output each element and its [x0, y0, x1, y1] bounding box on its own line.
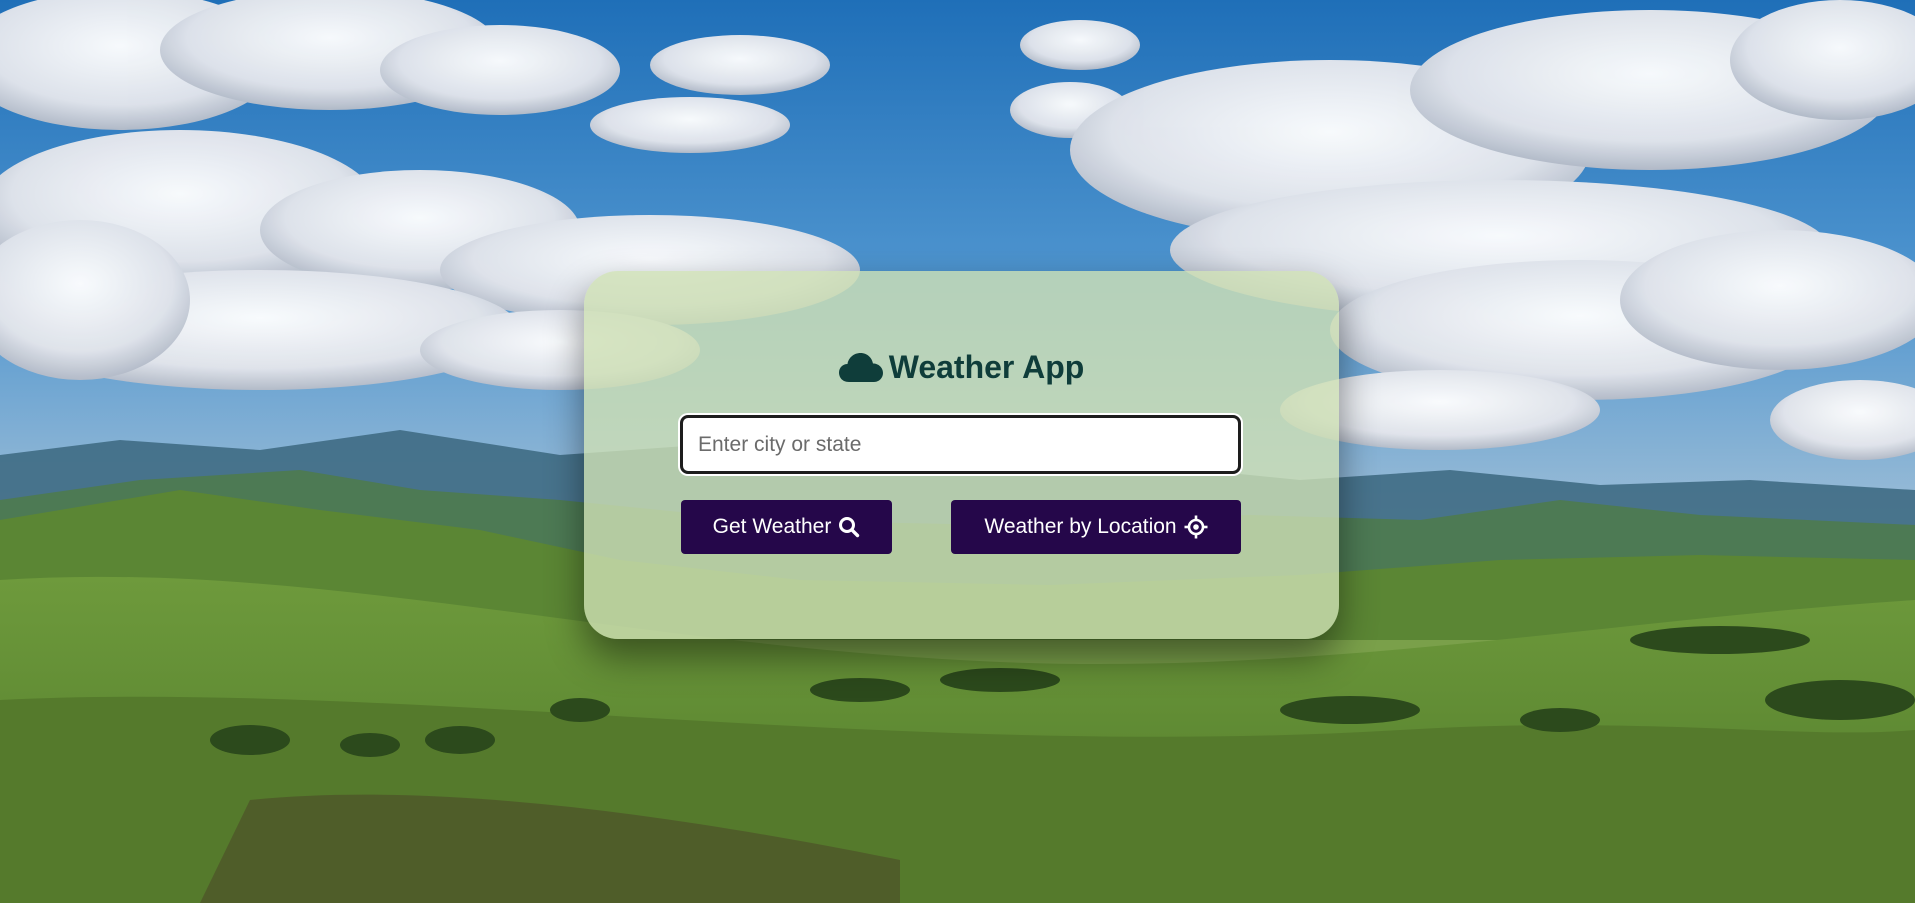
weather-card: Weather App Get Weather Weather by Locat… — [584, 271, 1339, 639]
city-search-input[interactable] — [680, 415, 1241, 474]
background-scene: Weather App Get Weather Weather by Locat… — [0, 0, 1915, 903]
weather-by-location-button[interactable]: Weather by Location — [951, 500, 1241, 554]
crosshair-icon — [1184, 515, 1208, 539]
weather-by-location-label: Weather by Location — [984, 515, 1177, 538]
app-title-text: Weather App — [888, 349, 1085, 385]
get-weather-label: Get Weather — [712, 515, 832, 538]
app-title: Weather App — [584, 347, 1339, 387]
get-weather-button[interactable]: Get Weather — [681, 500, 892, 554]
search-icon — [839, 517, 860, 538]
cloud-icon — [838, 353, 883, 382]
